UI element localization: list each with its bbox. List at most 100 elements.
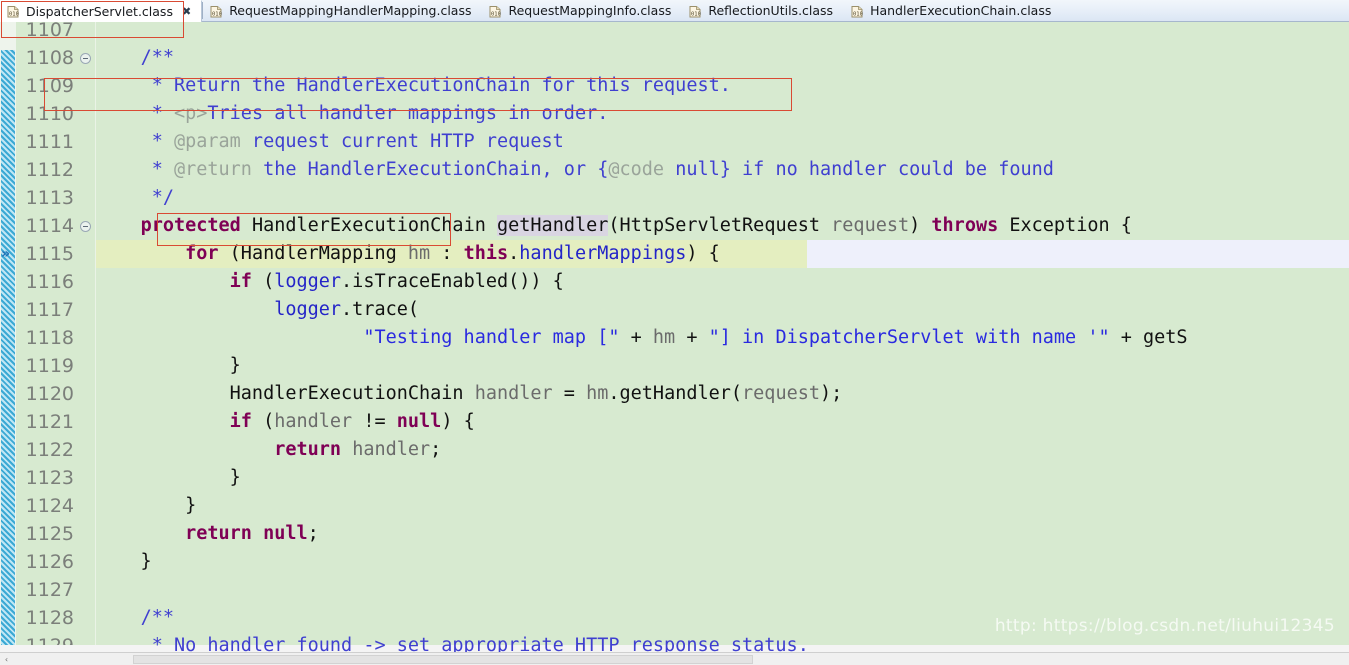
editor-tab-4[interactable]: 010 ReflectionUtils.class	[682, 0, 844, 22]
code-token: handlerMappings	[519, 243, 687, 264]
editor-tab-3[interactable]: 010 RequestMappingInfo.class	[482, 0, 682, 22]
code-token: the HandlerExecutionChain, or {	[251, 159, 609, 180]
line-number: 1121	[25, 411, 74, 433]
fold-toggle-icon[interactable]	[80, 53, 91, 64]
code-token: /**	[140, 607, 174, 628]
code-line[interactable]: HandlerExecutionChain handler = hm.getHa…	[96, 380, 1349, 408]
code-line[interactable]: logger.trace(	[96, 296, 1349, 324]
code-line[interactable]	[96, 22, 1349, 44]
current-line-highlight-tail	[807, 240, 1349, 268]
code-line-text: }	[96, 548, 152, 576]
code-token: hm	[407, 243, 431, 264]
class-file-editor-window: 010 DispatcherServlet.class ✖ 010 RequestMap…	[0, 0, 1349, 665]
code-line[interactable]: if (logger.isTraceEnabled()) {	[96, 268, 1349, 296]
code-line-text: logger.trace(	[96, 296, 419, 324]
editor-tab-2[interactable]: 010 RequestMappingHandlerMapping.class	[203, 0, 482, 22]
close-icon[interactable]: ✖	[182, 1, 191, 23]
change-ruler[interactable]: »	[0, 22, 16, 652]
scrollbar-track[interactable]	[13, 652, 1349, 665]
code-token: .isTraceEnabled()) {	[341, 271, 564, 292]
code-line[interactable]: if (handler != null) {	[96, 408, 1349, 436]
line-number: 1113	[25, 187, 74, 209]
code-line[interactable]: */	[96, 184, 1349, 212]
code-token: handler	[474, 383, 553, 404]
editor-tab-5[interactable]: 010 HandlerExecutionChain.class	[844, 0, 1062, 22]
code-token: protected	[140, 215, 241, 236]
class-file-icon: 010	[209, 4, 224, 19]
code-token: ) {	[686, 243, 720, 264]
code-token: if	[229, 271, 252, 292]
fold-toggle-icon[interactable]	[80, 221, 91, 232]
code-line[interactable]: /**	[96, 44, 1349, 72]
code-token: return	[185, 523, 252, 544]
line-number: 1120	[25, 383, 74, 405]
code-line[interactable]: * Return the HandlerExecutionChain for t…	[96, 72, 1349, 100]
code-line[interactable]: }	[96, 548, 1349, 576]
line-number-gutter: 1107 1108 1109 1110 1111 1112 1113 1114 1115 1116…	[16, 22, 78, 652]
code-text-area[interactable]: /** * Return the HandlerExecutionChain f…	[96, 22, 1349, 652]
code-token: ;	[307, 523, 319, 544]
code-token: Exception {	[998, 215, 1132, 236]
code-token: null	[263, 523, 308, 544]
code-line-text: /**	[96, 604, 174, 632]
code-token: "] in DispatcherServlet with name '"	[708, 327, 1110, 348]
scrollbar-thumb[interactable]	[133, 654, 753, 664]
code-folding-column[interactable]	[78, 22, 96, 652]
code-line-text: return null;	[96, 520, 319, 548]
scroll-left-arrow-icon[interactable]: ‹	[0, 653, 13, 665]
code-line[interactable]: for (HandlerMapping hm : this.handlerMap…	[96, 240, 1349, 268]
line-number: 1108	[25, 47, 74, 69]
code-token: Tries all handler mappings in order.	[207, 103, 609, 124]
code-token: request	[831, 215, 910, 236]
code-token: .	[508, 243, 520, 264]
code-line[interactable]: protected HandlerExecutionChain getHandl…	[96, 212, 1349, 240]
code-line[interactable]: * @param request current HTTP request	[96, 128, 1349, 156]
code-token: + getS	[1109, 327, 1188, 348]
code-line[interactable]: * <p>Tries all handler mappings in order…	[96, 100, 1349, 128]
code-token: handler	[274, 411, 353, 432]
code-line[interactable]	[96, 576, 1349, 604]
code-line-text: "Testing handler map [" + hm + "] in Dis…	[96, 324, 1188, 352]
line-number: 1111	[25, 131, 74, 153]
code-line[interactable]: }	[96, 492, 1349, 520]
horizontal-scrollbar[interactable]: ‹	[0, 652, 1349, 665]
code-token: +	[619, 327, 653, 348]
code-token: if	[229, 411, 252, 432]
line-number: 1119	[25, 355, 74, 377]
code-line[interactable]: }	[96, 352, 1349, 380]
editor-tab-1[interactable]: 010 DispatcherServlet.class ✖	[0, 0, 203, 23]
code-line-text: for (HandlerMapping hm : this.handlerMap…	[96, 240, 720, 268]
code-line[interactable]: return null;	[96, 520, 1349, 548]
code-token: handler	[352, 439, 431, 460]
code-editor[interactable]: » 1107 1108 1109 1110 1111 1112 1113 1114 1115 11…	[0, 22, 1349, 652]
code-line[interactable]: return handler;	[96, 436, 1349, 464]
code-line[interactable]: }	[96, 464, 1349, 492]
svg-text:010: 010	[691, 11, 701, 17]
code-token: logger	[274, 299, 342, 320]
code-token: =	[552, 383, 587, 404]
line-number: 1127	[25, 579, 74, 601]
line-number: 1123	[25, 467, 74, 489]
editor-tab-label: RequestMappingHandlerMapping.class	[229, 3, 472, 18]
code-line-text: * <p>Tries all handler mappings in order…	[96, 100, 609, 128]
code-line[interactable]: "Testing handler map [" + hm + "] in Dis…	[96, 324, 1349, 352]
code-token: (	[251, 411, 275, 432]
code-token: request current HTTP request	[240, 131, 564, 152]
code-token: */	[96, 187, 174, 208]
code-token: HandlerExecutionChain	[96, 383, 475, 404]
code-line[interactable]: * @return the HandlerExecutionChain, or …	[96, 156, 1349, 184]
code-token: null	[396, 411, 442, 432]
changed-lines-indicator	[1, 50, 15, 652]
code-token: *	[96, 159, 174, 180]
svg-text:010: 010	[9, 12, 19, 18]
code-token: .trace(	[341, 299, 420, 320]
code-token: logger	[274, 271, 342, 292]
